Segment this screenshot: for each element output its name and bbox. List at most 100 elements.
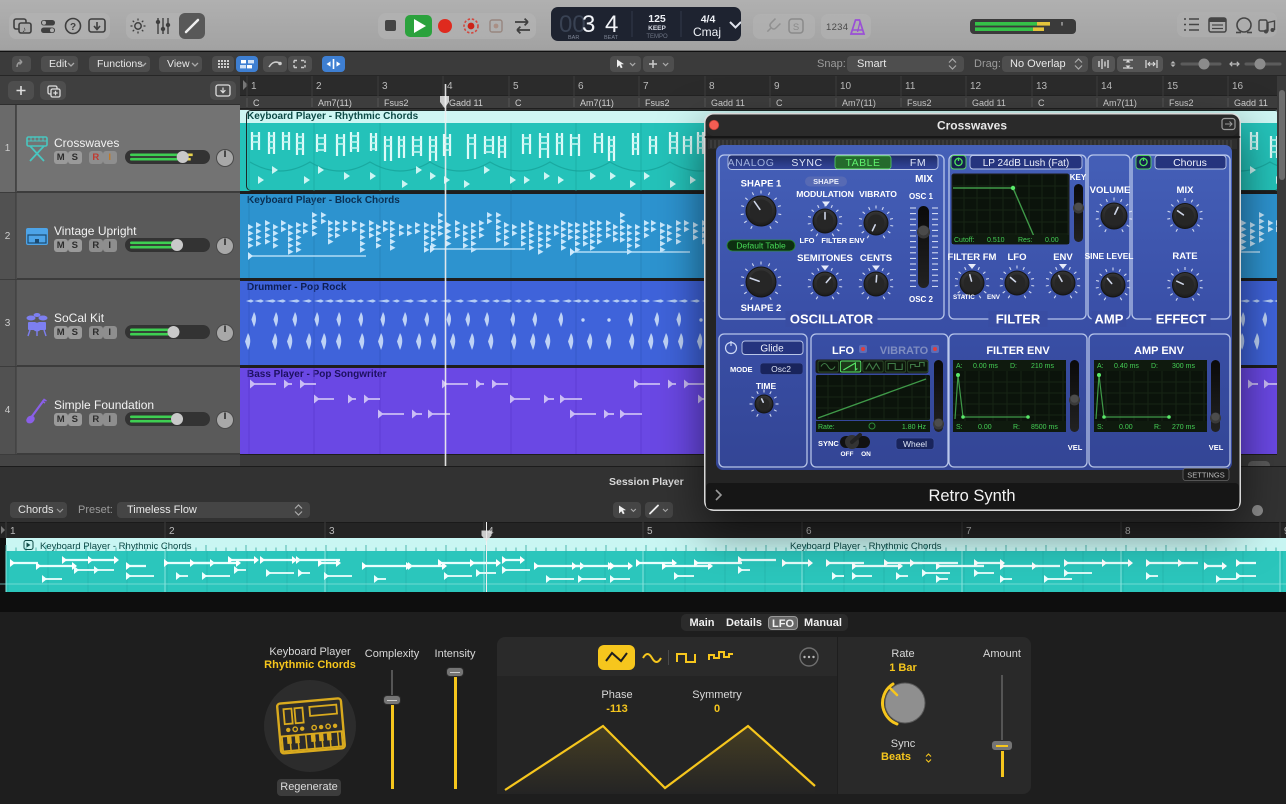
svg-text:Retro Synth: Retro Synth [928,487,1015,505]
svg-text:11: 11 [905,81,916,92]
svg-text:Res:: Res: [1018,237,1032,244]
svg-text:VEL: VEL [1068,443,1083,452]
svg-text:8500 ms: 8500 ms [1031,424,1058,431]
svg-text:?: ? [70,22,76,33]
svg-text:FILTER ENV: FILTER ENV [986,345,1050,357]
svg-text:5: 5 [647,526,653,537]
svg-text:3: 3 [382,81,388,92]
svg-text:D:: D: [1010,363,1017,370]
svg-text:A:: A: [1097,363,1104,370]
svg-text:SHAPE: SHAPE [813,177,839,186]
svg-text:Crosswaves: Crosswaves [937,119,1007,133]
svg-text:S: S [793,22,799,33]
svg-text:BAR: BAR [568,35,579,41]
svg-text:7: 7 [643,81,649,92]
svg-text:♪: ♪ [22,25,26,34]
svg-text:8: 8 [1125,526,1131,537]
svg-text:3: 3 [582,11,595,38]
svg-text:FILTER FM: FILTER FM [948,252,997,263]
svg-text:1.80 Hz: 1.80 Hz [902,424,927,431]
svg-text:Gadd 11: Gadd 11 [972,98,1006,108]
svg-text:Fsus2: Fsus2 [907,98,932,108]
svg-text:0.40 ms: 0.40 ms [1114,363,1139,370]
svg-text:1: 1 [10,526,16,537]
svg-text:Cutoff:: Cutoff: [954,237,975,244]
svg-text:270 ms: 270 ms [1172,424,1195,431]
svg-text:SYNC: SYNC [791,157,822,169]
svg-text:Osc2: Osc2 [771,364,791,374]
svg-text:MODULATION: MODULATION [796,189,854,199]
svg-text:2: 2 [316,81,322,92]
svg-text:VIBRATO: VIBRATO [859,189,897,199]
svg-text:VOLUME: VOLUME [1090,185,1131,196]
svg-text:2: 2 [169,526,175,537]
svg-text:10: 10 [840,81,852,92]
svg-text:AMP: AMP [1095,312,1124,327]
svg-text:FILTER: FILTER [996,312,1041,327]
svg-text:RATE: RATE [1172,251,1197,262]
svg-text:1: 1 [251,81,257,92]
svg-text:Cmaj: Cmaj [693,25,721,39]
svg-text:VEL: VEL [1209,443,1224,452]
svg-text:Fsus2: Fsus2 [384,98,409,108]
svg-text:S:: S: [956,424,963,431]
svg-text:Gadd 11: Gadd 11 [711,98,745,108]
svg-text:Gadd 11: Gadd 11 [449,98,483,108]
svg-text:ENV: ENV [987,294,1001,301]
svg-text:D:: D: [1151,363,1158,370]
svg-text:SYNC: SYNC [818,439,839,448]
svg-text:300 ms: 300 ms [1172,363,1195,370]
svg-text:SHAPE 2: SHAPE 2 [741,303,782,314]
svg-text:Keyboard Player - Rhythmic Cho: Keyboard Player - Rhythmic Chords [790,541,942,552]
svg-text:4: 4 [447,81,453,92]
svg-text:TIME: TIME [756,381,777,391]
svg-text:Am7(11): Am7(11) [318,98,352,108]
svg-text:Default Table: Default Table [736,241,786,251]
svg-text:MODE: MODE [730,365,753,374]
svg-text:S:: S: [1097,424,1104,431]
svg-text:6: 6 [578,81,584,92]
svg-text:C: C [776,98,783,108]
svg-text:MIX: MIX [1177,185,1195,196]
svg-text:KEY: KEY [1070,173,1087,182]
svg-text:LFO: LFO [832,345,854,357]
svg-text:SETTINGS: SETTINGS [1187,471,1225,480]
svg-text:Gadd 11: Gadd 11 [1234,98,1268,108]
svg-text:SINE LEVEL: SINE LEVEL [1085,251,1134,261]
svg-text:12: 12 [970,81,982,92]
svg-text:TABLE: TABLE [846,157,881,169]
svg-text:LFO: LFO [800,236,815,245]
svg-text:OSC 2: OSC 2 [909,295,934,304]
svg-text:Am7(11): Am7(11) [580,98,614,108]
svg-text:Am7(11): Am7(11) [1103,98,1137,108]
svg-text:125: 125 [648,13,666,25]
svg-text:ANALOG: ANALOG [728,157,775,169]
svg-text:FILTER ENV: FILTER ENV [821,236,864,245]
svg-text:7: 7 [966,526,972,537]
svg-text:Rate:: Rate: [818,424,835,431]
svg-text:0.00: 0.00 [1119,424,1133,431]
svg-text:0.00: 0.00 [978,424,992,431]
svg-text:1234: 1234 [826,22,848,33]
svg-text:OSCILLATOR: OSCILLATOR [790,312,874,327]
svg-text:OFF: OFF [841,451,854,458]
svg-text:C: C [1038,98,1045,108]
svg-text:13: 13 [1036,81,1048,92]
svg-text:VIBRATO: VIBRATO [880,345,929,357]
svg-text:Wheel: Wheel [903,439,927,449]
svg-text:STATIC: STATIC [953,294,975,301]
svg-text:TEMPO: TEMPO [646,34,668,40]
svg-text:C: C [253,98,260,108]
svg-text:SEMITONES: SEMITONES [797,253,853,264]
svg-text:Chorus: Chorus [1173,157,1207,169]
svg-text:CENTS: CENTS [860,253,892,264]
svg-text:4/4: 4/4 [701,14,716,26]
svg-text:AMP ENV: AMP ENV [1134,345,1185,357]
svg-text:9: 9 [774,81,780,92]
svg-text:0.510: 0.510 [987,237,1005,244]
svg-text:Am7(11): Am7(11) [842,98,876,108]
svg-text:8: 8 [709,81,715,92]
svg-text:Keyboard Player - Rhythmic Cho: Keyboard Player - Rhythmic Chords [40,541,192,552]
svg-text:15: 15 [1167,81,1179,92]
svg-text:BEAT: BEAT [604,35,619,41]
